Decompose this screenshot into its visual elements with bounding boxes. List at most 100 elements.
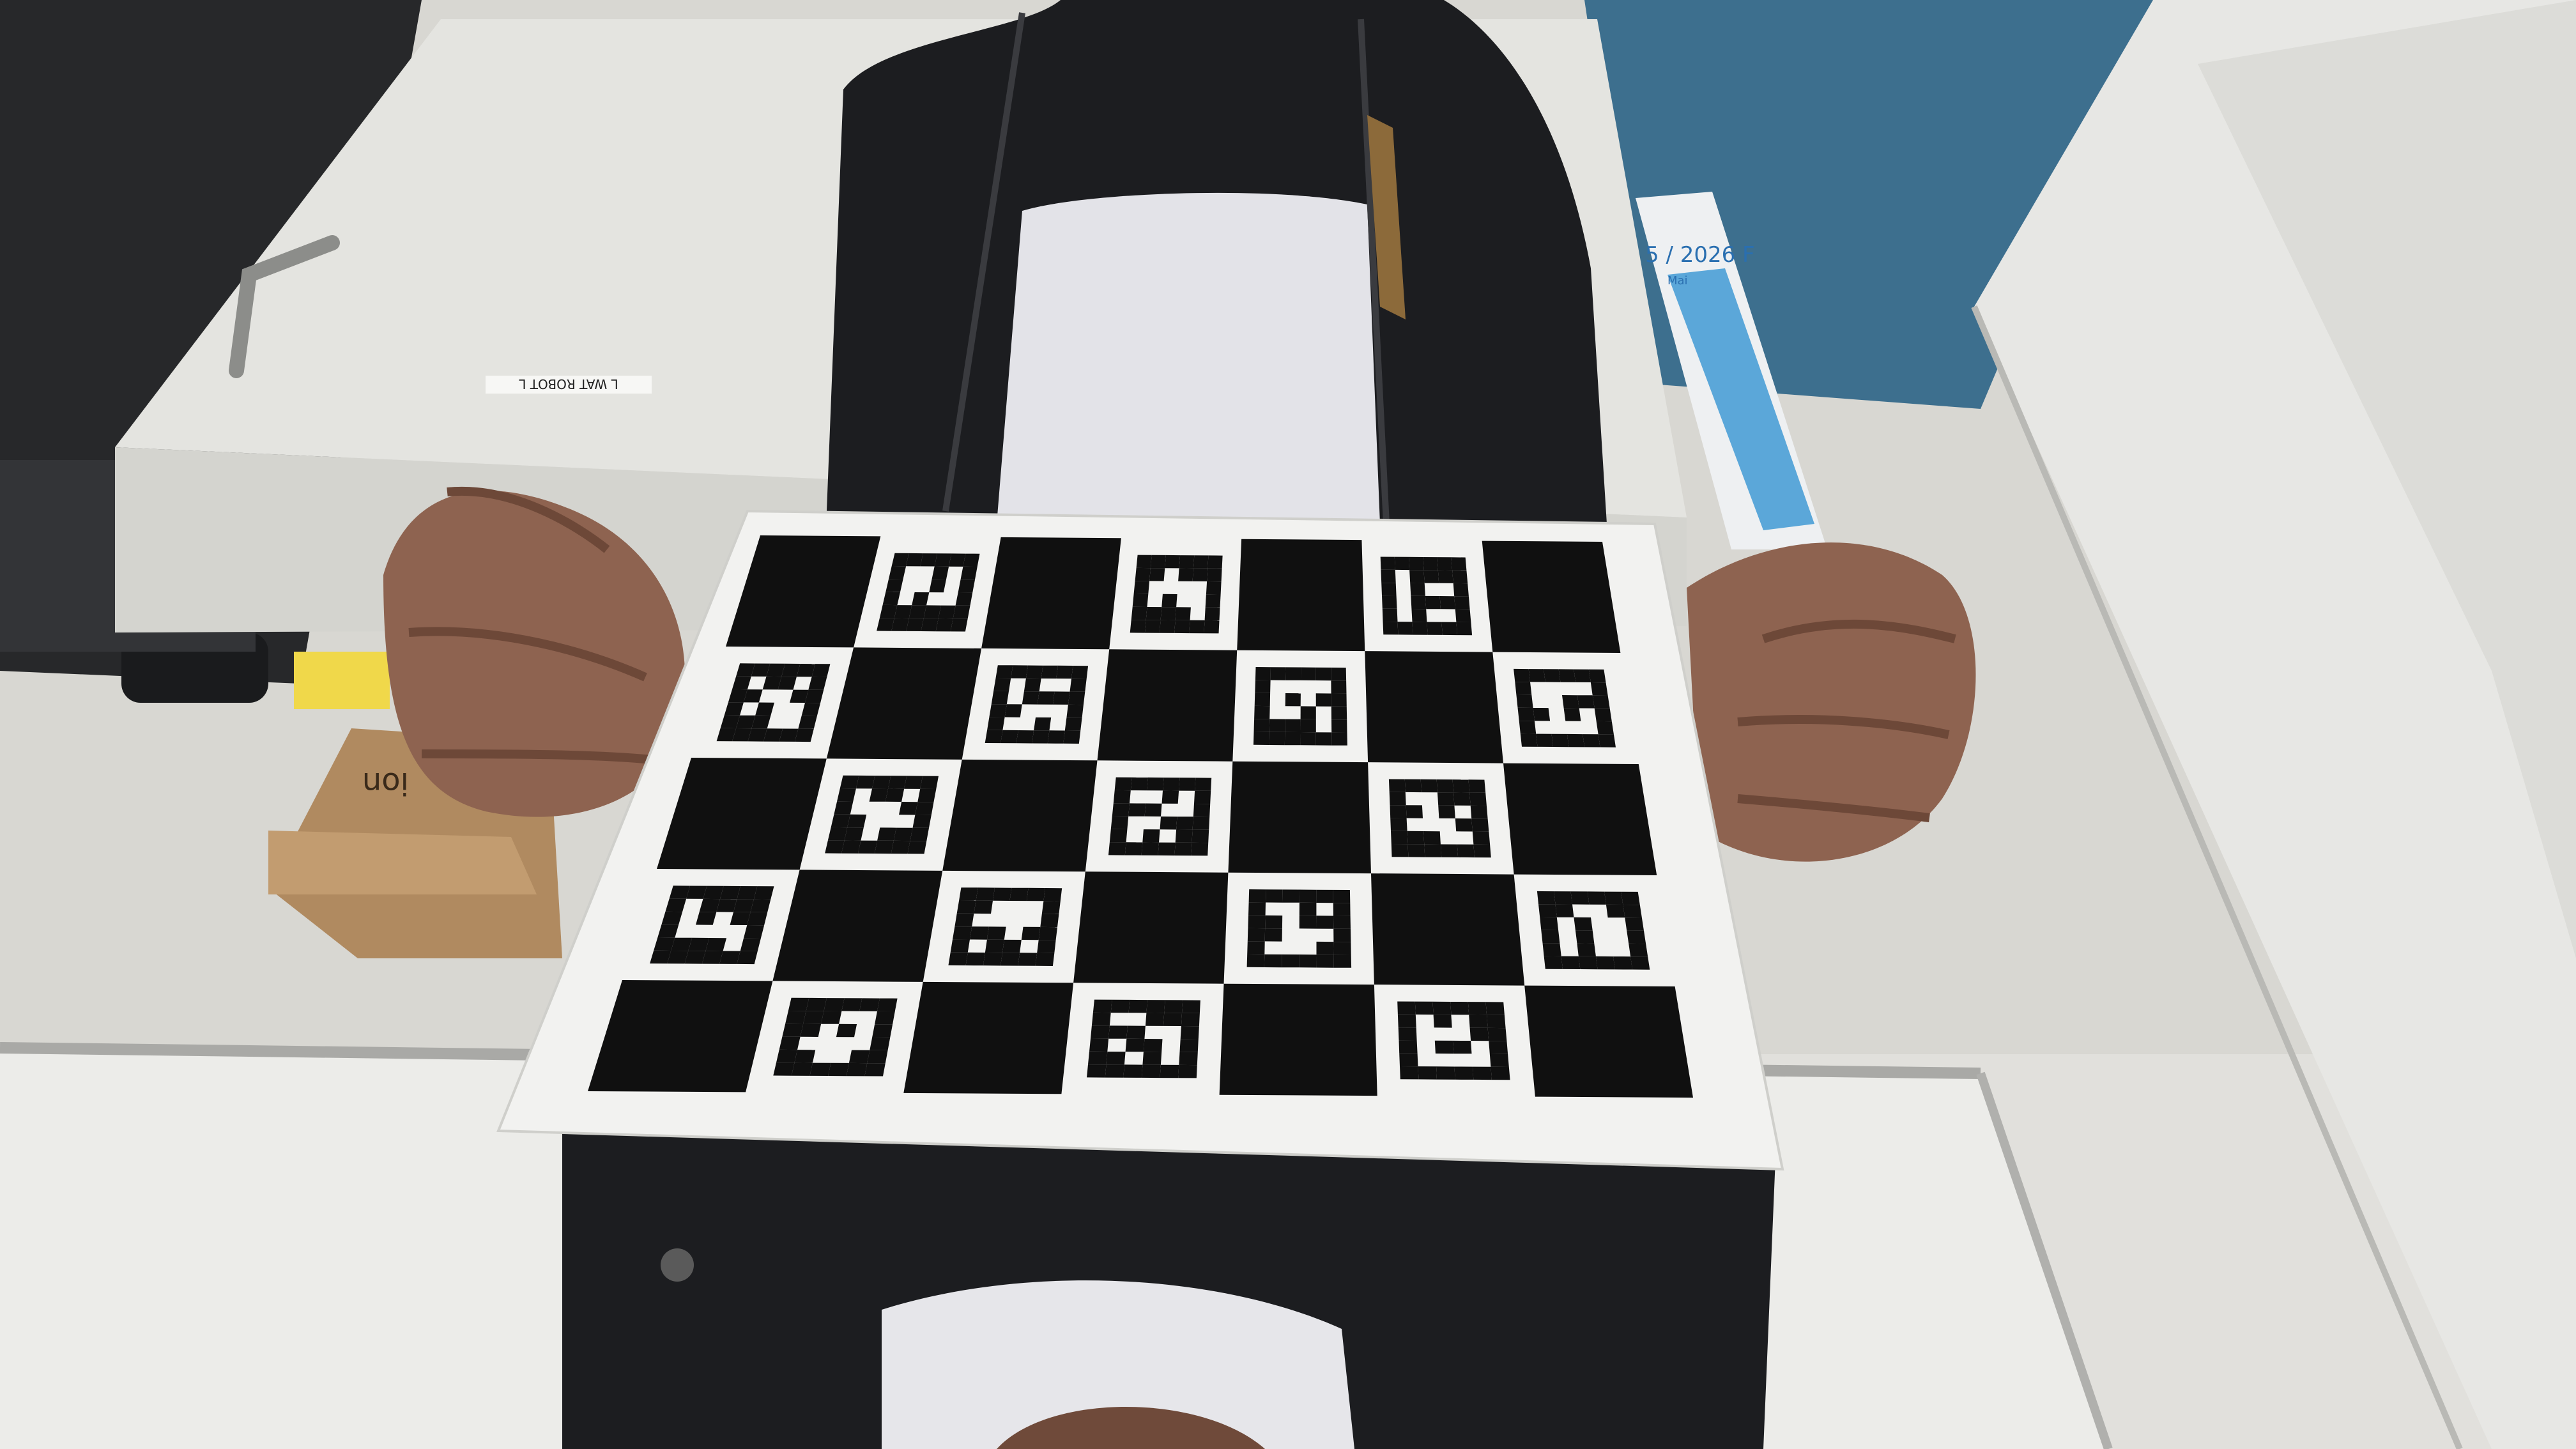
aruco-marker-cell	[1299, 954, 1317, 968]
aruco-marker-cell	[785, 1011, 806, 1024]
aruco-marker-cell	[794, 1050, 816, 1063]
board-black-square	[1371, 873, 1525, 986]
aruco-marker-cell	[1316, 941, 1334, 955]
aruco-marker-cell	[791, 1062, 813, 1076]
aruco-marker-cell	[1333, 928, 1351, 942]
aruco-marker-cell	[1208, 555, 1223, 569]
aruco-marker-cell	[1436, 779, 1453, 793]
aruco-marker-cell	[1110, 999, 1130, 1013]
aruco-marker-cell	[929, 579, 946, 593]
aruco-marker-cell	[958, 579, 975, 593]
aruco-marker-cell	[827, 827, 848, 841]
aruco-marker-cell	[1629, 943, 1648, 957]
aruco-marker-cell	[985, 939, 1004, 953]
aruco-marker-cell	[1315, 667, 1331, 681]
aruco-marker-cell	[733, 899, 754, 912]
board-black-square	[1503, 763, 1657, 875]
aruco-marker-cell	[917, 788, 937, 802]
aruco-marker-cell	[855, 775, 875, 789]
aruco-marker-cell	[806, 997, 827, 1011]
aruco-marker-cell	[1128, 803, 1146, 816]
aruco-marker-cell	[1333, 889, 1351, 903]
aruco-marker-cell	[1575, 930, 1595, 944]
aruco-marker-cell	[864, 1063, 885, 1077]
aruco-marker-cell	[1625, 917, 1644, 931]
aruco-marker-cell	[1412, 622, 1428, 635]
aruco-marker-cell	[965, 952, 985, 966]
aruco-marker-cell	[1434, 1040, 1454, 1054]
aruco-marker-cell	[1390, 805, 1407, 818]
aruco-marker-cell	[1181, 1013, 1200, 1027]
aruco-marker-cell	[1410, 583, 1425, 596]
aruco-marker-cell	[1204, 607, 1220, 621]
aruco-marker-cell	[1299, 916, 1317, 929]
aruco-marker-cell	[1018, 953, 1038, 966]
aruco-marker-cell	[1142, 829, 1160, 843]
aruco-marker-cell	[1487, 1015, 1506, 1029]
aruco-marker-cell	[1563, 708, 1581, 721]
aruco-marker-cell	[1108, 842, 1126, 855]
aruco-marker-cell	[1407, 831, 1425, 845]
aruco-marker-cell	[1567, 733, 1584, 747]
aruco-marker-cell	[931, 566, 949, 579]
aruco-marker-cell	[1391, 831, 1408, 845]
aruco-marker-cell	[1164, 1000, 1183, 1013]
aruco-marker-cell	[1390, 818, 1407, 831]
aruco-marker-cell	[1254, 719, 1270, 732]
aruco-marker-cell	[821, 1011, 842, 1024]
board-black-square	[826, 647, 982, 760]
board-black-square	[942, 759, 1098, 872]
aruco-marker-cell	[1145, 1013, 1165, 1026]
aruco-marker-cell	[1316, 916, 1334, 929]
aruco-marker-cell	[1590, 682, 1608, 696]
aruco-marker-cell	[1299, 902, 1317, 916]
aruco-marker-cell	[744, 925, 765, 939]
aruco-marker-cell	[974, 900, 993, 914]
aruco-marker-cell	[1106, 1052, 1126, 1065]
aruco-marker-cell	[1180, 1026, 1199, 1039]
aruco-marker-cell	[1064, 717, 1082, 731]
aruco-marker-cell	[1141, 1064, 1161, 1078]
aruco-marker-cell	[915, 802, 934, 815]
aruco-marker-cell	[1195, 778, 1212, 791]
aruco-marker-cell	[1420, 779, 1438, 793]
aruco-marker-cell	[1071, 666, 1089, 679]
aruco-marker-cell	[1439, 596, 1455, 610]
aruco-marker-cell	[1110, 816, 1129, 829]
aruco-marker-cell	[1409, 556, 1424, 571]
aruco-marker-cell	[1254, 705, 1270, 719]
aruco-marker-cell	[1047, 730, 1065, 744]
aruco-marker-cell	[1035, 953, 1055, 966]
aruco-marker-cell	[1438, 570, 1453, 583]
aruco-marker-cell	[1453, 792, 1471, 806]
aruco-marker-cell	[987, 717, 1005, 730]
aruco-marker-cell	[846, 1062, 868, 1077]
aruco-marker-cell	[1125, 1038, 1145, 1052]
board-black-square	[1228, 761, 1371, 874]
aruco-marker-cell	[1194, 790, 1211, 804]
aruco-marker-cell	[1270, 667, 1286, 680]
aruco-marker-cell	[912, 815, 931, 828]
aruco-marker-cell	[1056, 665, 1073, 679]
aruco-marker-cell	[1472, 831, 1491, 845]
aruco-marker-cell	[1087, 1064, 1107, 1078]
aruco-marker-cell	[750, 899, 771, 912]
aruco-marker-cell	[1333, 954, 1352, 968]
aruco-marker-cell	[1189, 620, 1205, 634]
aruco-marker-cell	[1253, 732, 1269, 745]
aruco-marker-cell	[893, 827, 913, 841]
aruco-marker-cell	[1598, 734, 1616, 747]
calendar-title: 5 / 2026 F	[1645, 242, 1755, 268]
aruco-marker-cell	[1471, 818, 1489, 832]
aruco-marker-cell	[953, 605, 970, 619]
aruco-marker-cell	[1452, 570, 1468, 584]
aruco-marker-cell	[1544, 956, 1563, 969]
aruco-marker-cell	[1135, 567, 1151, 581]
aruco-marker-cell	[934, 553, 952, 567]
aruco-marker-cell	[867, 1050, 888, 1064]
aruco-marker-cell	[1423, 557, 1438, 571]
aruco-marker-cell	[1175, 829, 1193, 843]
board-black-square	[1097, 649, 1238, 762]
aruco-marker-cell	[1407, 844, 1425, 857]
aruco-marker-cell	[719, 951, 740, 964]
